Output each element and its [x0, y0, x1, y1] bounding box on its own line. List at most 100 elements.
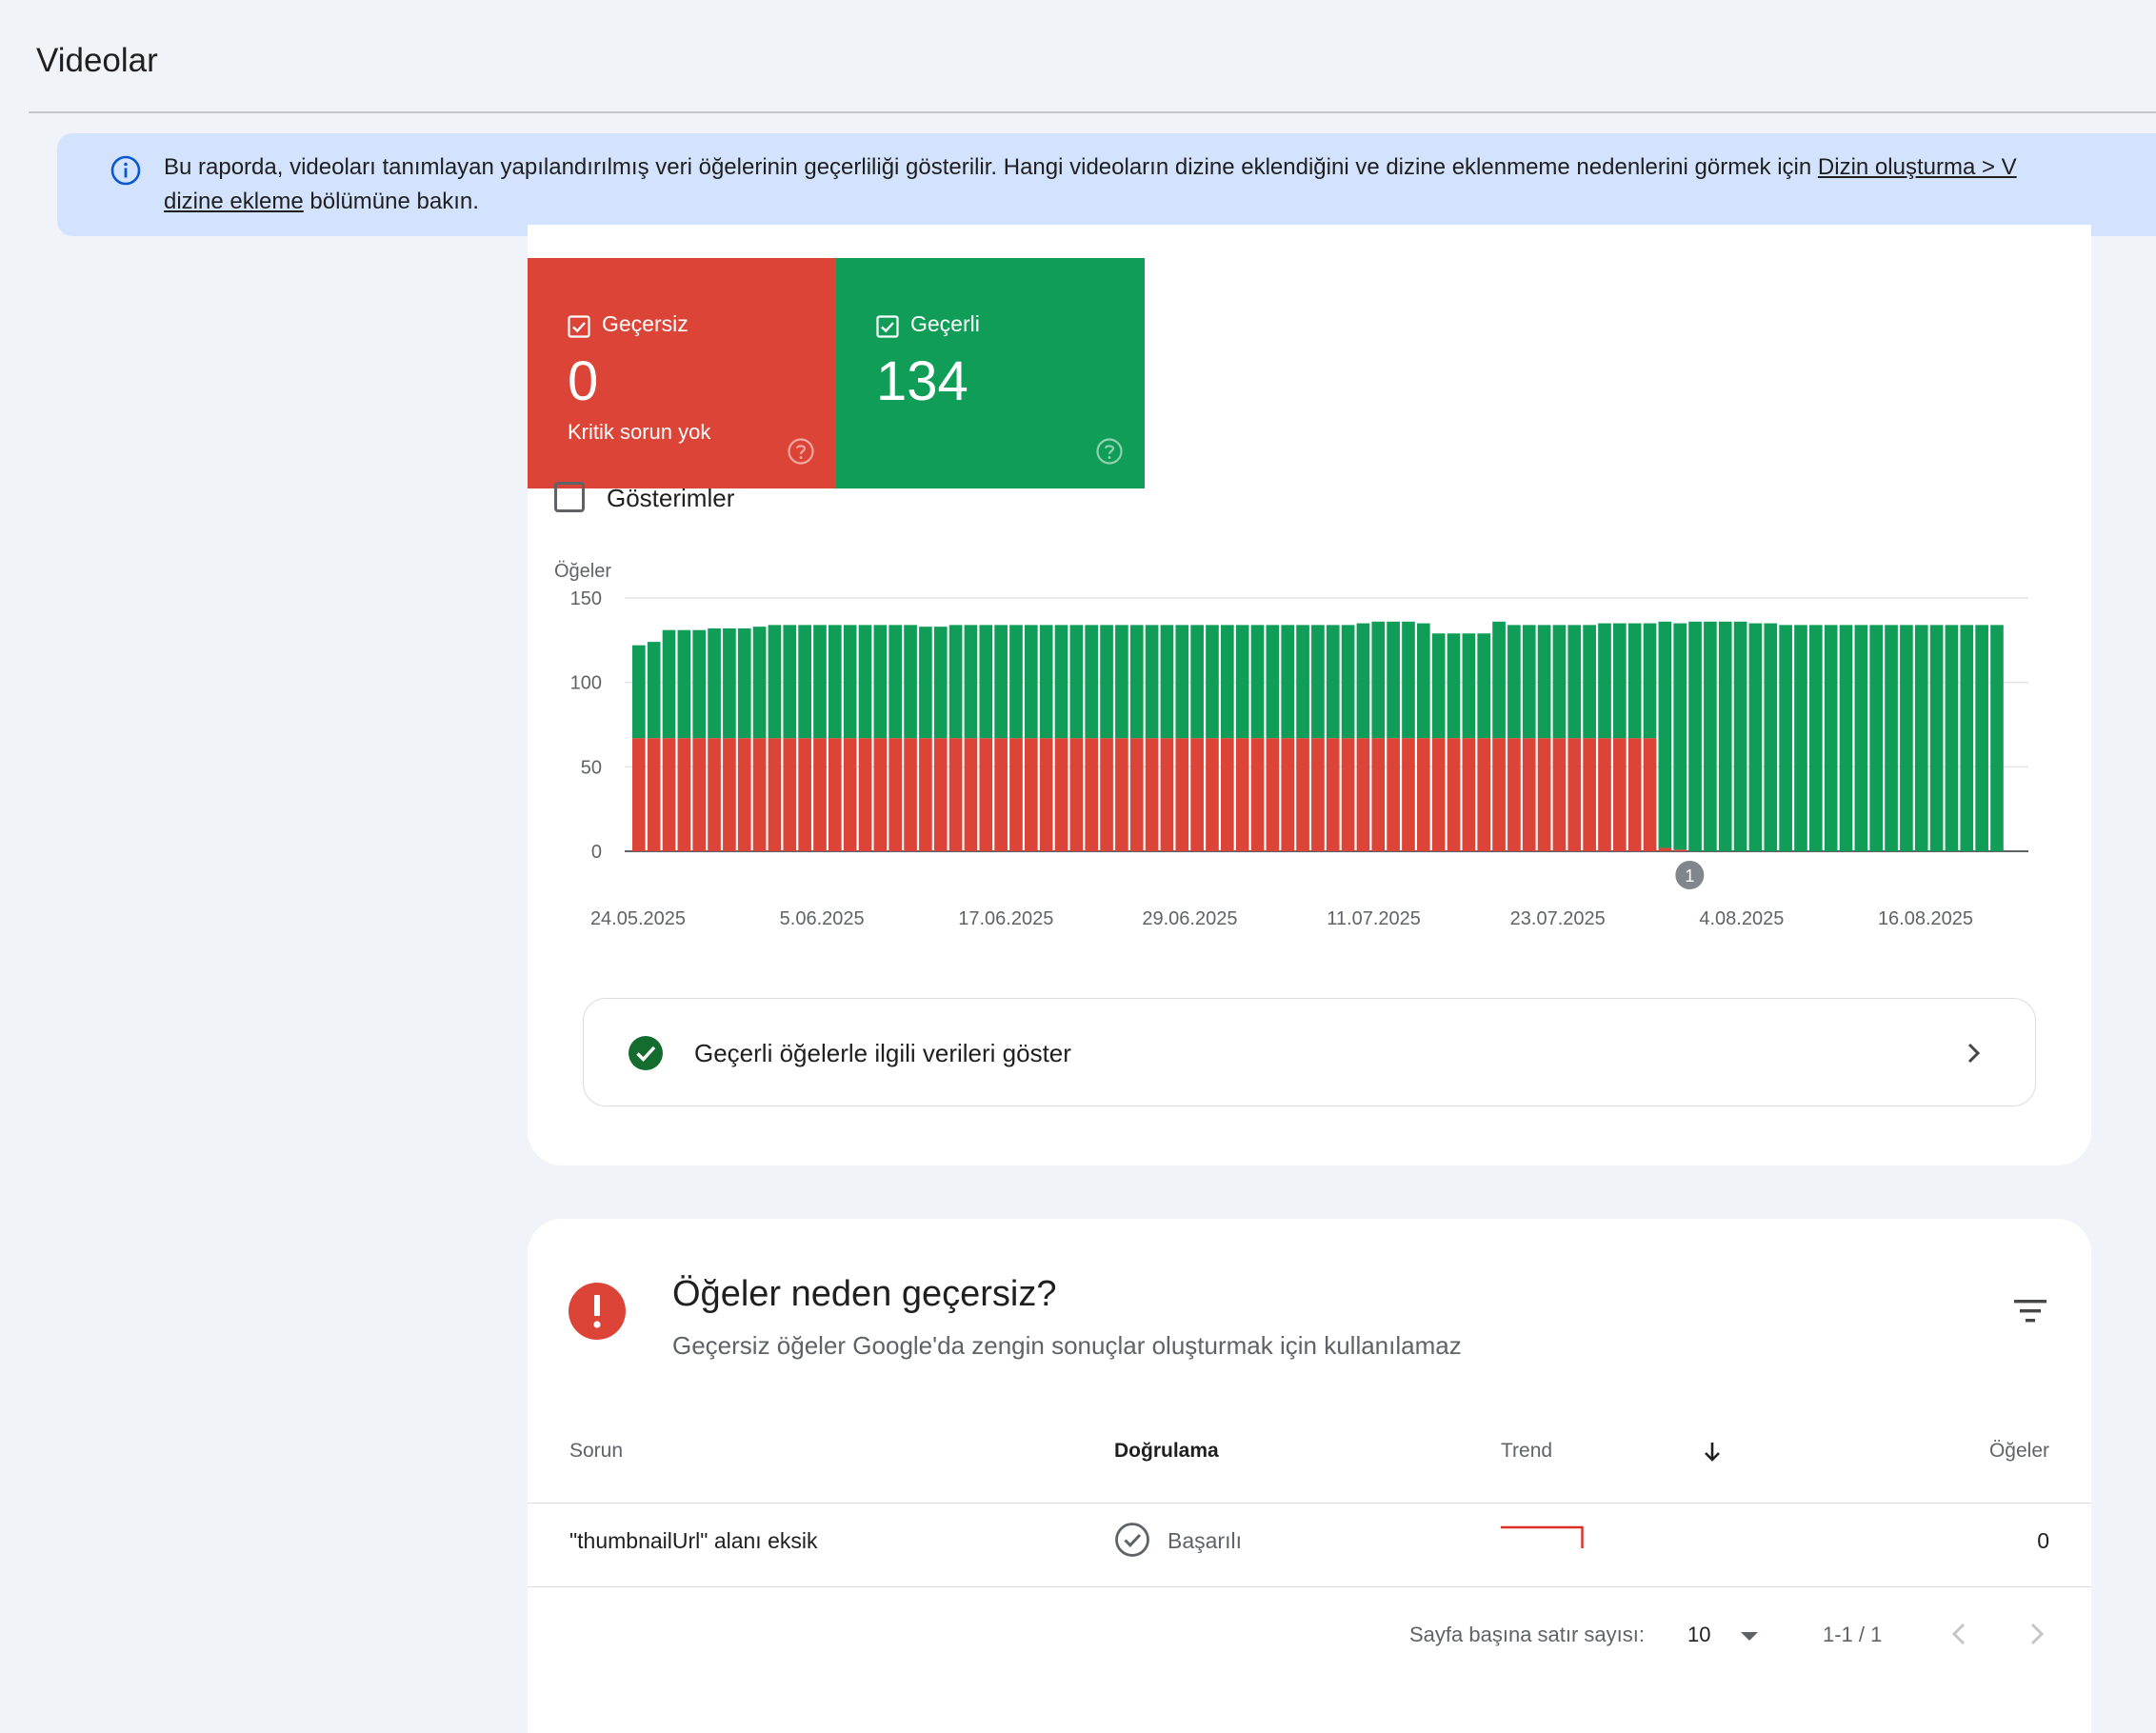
- x-tick-label: 11.07.2025: [1327, 908, 1421, 929]
- bar-invalid: [1613, 738, 1627, 851]
- video-indexing-link[interactable]: dizine ekleme: [164, 189, 304, 214]
- x-tick-label: 24.05.2025: [590, 908, 686, 929]
- show-valid-items-row[interactable]: Geçerli öğelerle ilgili verileri göster: [583, 998, 2036, 1106]
- bar-invalid: [979, 738, 993, 851]
- bar-valid: [1206, 625, 1219, 739]
- bar-valid: [1402, 621, 1415, 739]
- x-tick-label: 5.06.2025: [780, 908, 865, 929]
- bar-invalid: [1039, 738, 1053, 851]
- trend-sparkline: [1501, 1525, 1584, 1549]
- bar-invalid: [858, 738, 872, 851]
- bar-valid: [1869, 625, 1884, 851]
- y-tick-label: 0: [591, 842, 602, 863]
- bar-valid: [1658, 621, 1672, 848]
- bar-valid: [768, 625, 782, 739]
- bar-valid: [1854, 625, 1868, 851]
- bar-invalid: [768, 738, 782, 851]
- bar-valid: [1281, 625, 1295, 739]
- column-header-items[interactable]: Öğeler: [1989, 1440, 2049, 1463]
- bar-valid: [1960, 625, 1974, 851]
- check-circle-icon: [629, 1036, 663, 1070]
- bar-valid: [1522, 625, 1536, 739]
- bar-valid: [1627, 623, 1642, 739]
- bar-invalid: [783, 738, 797, 851]
- bar-invalid: [828, 738, 842, 851]
- bar-valid: [1583, 625, 1596, 739]
- rows-per-page-select[interactable]: 10: [1687, 1619, 1783, 1653]
- chevron-left-icon[interactable]: [1943, 1617, 1977, 1651]
- bar-invalid: [1387, 738, 1400, 851]
- bar-invalid: [1100, 738, 1113, 851]
- bar-invalid: [1206, 738, 1219, 851]
- bar-invalid: [1025, 738, 1038, 851]
- bar-invalid: [1190, 738, 1204, 851]
- page-title: Videolar: [36, 42, 158, 79]
- arrow-down-icon[interactable]: [1701, 1440, 1724, 1464]
- bar-valid: [1129, 625, 1144, 739]
- annotation-label: 1: [1685, 866, 1694, 886]
- info-text: Bu raporda, videoları tanımlayan yapılan…: [164, 150, 2156, 219]
- bar-invalid: [1311, 738, 1325, 851]
- bar-invalid: [1417, 738, 1430, 851]
- bar-valid: [1009, 625, 1023, 739]
- bar-valid: [1643, 623, 1657, 739]
- bar-invalid: [843, 738, 857, 851]
- bar-valid: [1250, 625, 1265, 739]
- bar-valid: [948, 625, 963, 739]
- bar-valid: [1839, 625, 1853, 851]
- column-header-validation[interactable]: Doğrulama: [1114, 1440, 1219, 1463]
- bar-valid: [1085, 625, 1099, 739]
- bar-valid: [1824, 625, 1838, 851]
- issue-name[interactable]: "thumbnailUrl" alanı eksik: [569, 1528, 818, 1554]
- bar-invalid: [723, 738, 736, 851]
- bar-invalid: [1085, 738, 1099, 851]
- check-circle-outline-icon: [1115, 1523, 1149, 1557]
- bar-valid: [1221, 625, 1234, 739]
- filter-icon[interactable]: [2011, 1295, 2049, 1327]
- y-tick-label: 50: [581, 757, 602, 778]
- bar-invalid: [1402, 738, 1415, 851]
- bar-invalid: [1266, 738, 1280, 851]
- bar-valid: [813, 625, 827, 739]
- bar-valid: [1235, 625, 1249, 739]
- bar-invalid: [647, 738, 661, 851]
- bar-invalid: [1598, 738, 1611, 851]
- bar-invalid: [1009, 738, 1023, 851]
- index-link[interactable]: Dizin oluşturma > V: [1818, 154, 2017, 180]
- bar-valid: [752, 627, 767, 739]
- bar-invalid: [964, 738, 978, 851]
- page-range: 1-1 / 1: [1823, 1623, 1883, 1646]
- bar-valid: [1794, 625, 1807, 851]
- bar-valid: [1160, 625, 1174, 739]
- bar-valid: [1945, 625, 1959, 851]
- bar-invalid: [1115, 738, 1128, 851]
- bar-valid: [1704, 621, 1717, 851]
- x-tick-label: 23.07.2025: [1510, 908, 1606, 929]
- bar-valid: [1809, 625, 1823, 851]
- bar-invalid: [1371, 738, 1386, 851]
- bar-valid: [1900, 625, 1913, 851]
- column-header-issue[interactable]: Sorun: [569, 1440, 623, 1463]
- trend-line: [1501, 1525, 1584, 1549]
- bar-invalid: [1492, 738, 1506, 851]
- bar-valid: [677, 629, 691, 739]
- bar-valid: [1613, 623, 1627, 739]
- bar-valid: [1145, 625, 1159, 739]
- bar-valid: [1326, 625, 1340, 739]
- bar-valid: [1507, 625, 1521, 739]
- info-text-before: Bu raporda, videoları tanımlayan yapılan…: [164, 154, 1818, 180]
- bar-valid: [737, 627, 751, 739]
- bar-valid: [1190, 625, 1204, 739]
- chevron-right-icon[interactable]: [2019, 1617, 2053, 1651]
- x-tick-label: 4.08.2025: [1699, 908, 1784, 929]
- bar-valid: [994, 625, 1008, 739]
- bar-valid: [1266, 625, 1280, 739]
- bar-invalid: [1447, 738, 1461, 851]
- bar-invalid: [1160, 738, 1174, 851]
- rows-per-page-label: Sayfa başına satır sayısı:: [1409, 1623, 1646, 1646]
- bar-invalid: [1069, 738, 1084, 851]
- column-header-trend[interactable]: Trend: [1501, 1440, 1552, 1463]
- bar-valid: [1733, 621, 1747, 851]
- issues-subtitle: Geçersiz öğeler Google'da zengin sonuçla…: [672, 1331, 1462, 1360]
- rows-per-page-value: 10: [1687, 1623, 1711, 1646]
